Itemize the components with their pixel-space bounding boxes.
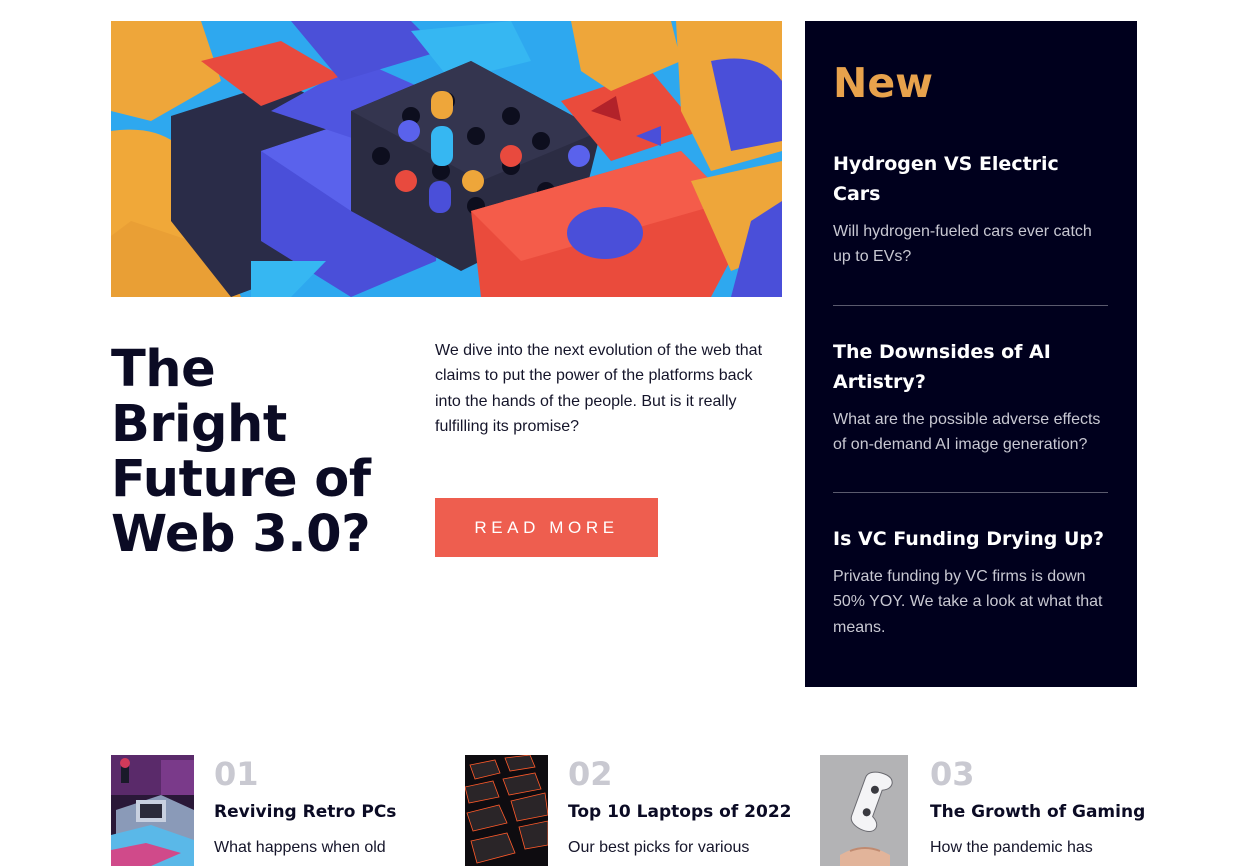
retro-pc-thumbnail[interactable] bbox=[111, 755, 194, 866]
news-item-title-link[interactable]: Is VC Funding Drying Up? bbox=[833, 528, 1104, 550]
top-list-item: 02 Top 10 Laptops of 2022 Our best picks… bbox=[465, 755, 791, 866]
gaming-thumbnail[interactable] bbox=[820, 755, 908, 866]
divider bbox=[833, 492, 1108, 494]
list-number: 03 bbox=[930, 755, 975, 793]
list-item-summary: What happens when old bbox=[214, 839, 386, 856]
featured-title-line: Web 3.0? bbox=[111, 505, 371, 564]
new-articles-sidebar: New Hydrogen VS Electric Cars Will hydro… bbox=[805, 21, 1137, 687]
list-item-summary: How the pandemic has bbox=[930, 839, 1093, 856]
news-item: Hydrogen VS Electric Cars Will hydrogen-… bbox=[833, 149, 1108, 270]
top-list-item: 03 The Growth of Gaming How the pandemic… bbox=[820, 755, 1145, 866]
news-item-summary: What are the possible adverse effects of… bbox=[833, 410, 1101, 453]
news-item-title-link[interactable]: The Downsides of AI Artistry? bbox=[833, 341, 1051, 393]
sidebar-heading: New bbox=[833, 59, 933, 107]
news-item-summary: Private funding by VC firms is down 50% … bbox=[833, 568, 1103, 636]
featured-title-line: Bright bbox=[111, 395, 287, 454]
laptop-thumbnail[interactable] bbox=[465, 755, 548, 866]
list-item-summary: Our best picks for various bbox=[568, 839, 750, 856]
divider bbox=[833, 304, 1108, 306]
featured-title[interactable]: The Bright Future of Web 3.0? bbox=[111, 342, 411, 562]
list-number: 02 bbox=[568, 755, 613, 793]
list-number: 01 bbox=[214, 755, 259, 793]
abstract-blocks-illustration bbox=[111, 21, 782, 297]
news-item: The Downsides of AI Artistry? What are t… bbox=[833, 337, 1108, 458]
laptop-keyboard-photo-icon bbox=[465, 755, 548, 866]
list-item-title[interactable]: Reviving Retro PCs bbox=[214, 801, 396, 823]
read-more-button[interactable]: READ MORE bbox=[435, 498, 658, 557]
retro-pc-photo-icon bbox=[111, 755, 194, 866]
list-item-title[interactable]: The Growth of Gaming bbox=[930, 801, 1145, 823]
game-controller-photo-icon bbox=[820, 755, 908, 866]
featured-intro: We dive into the next evolution of the w… bbox=[435, 342, 763, 436]
top-list-item: 01 Reviving Retro PCs What happens when … bbox=[111, 755, 431, 866]
news-item-summary: Will hydrogen-fueled cars ever catch up … bbox=[833, 223, 1092, 266]
news-item-title-link[interactable]: Hydrogen VS Electric Cars bbox=[833, 153, 1059, 205]
news-item: Is VC Funding Drying Up? Private funding… bbox=[833, 524, 1108, 640]
featured-image[interactable] bbox=[111, 21, 782, 297]
list-item-title[interactable]: Top 10 Laptops of 2022 bbox=[568, 801, 791, 823]
page: The Bright Future of Web 3.0? We dive in… bbox=[0, 0, 1245, 866]
featured-title-line: Future of bbox=[111, 450, 371, 509]
featured-title-line: The bbox=[111, 340, 216, 399]
